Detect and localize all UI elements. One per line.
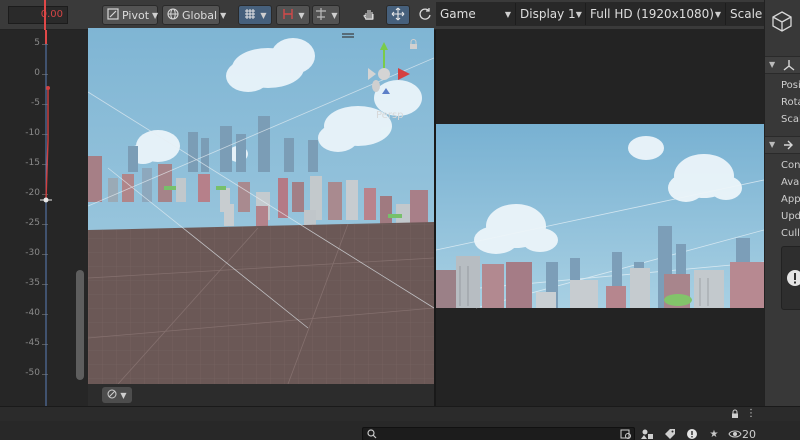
scale-slider-label[interactable]: Scale bbox=[726, 3, 764, 25]
move-tool-button[interactable] bbox=[386, 5, 410, 25]
global-label: Global bbox=[182, 8, 218, 22]
panel-tab-strip bbox=[0, 407, 800, 421]
chevron-down-icon[interactable]: ▼ bbox=[769, 60, 775, 69]
game-view-mode-label: Game bbox=[440, 7, 476, 21]
align-icon bbox=[314, 7, 328, 24]
chevron-down-icon[interactable]: ▼ bbox=[769, 140, 775, 149]
align-button[interactable]: ▼ bbox=[312, 5, 340, 25]
game-view[interactable] bbox=[436, 30, 764, 406]
inspector-camera-row[interactable]: App bbox=[781, 194, 800, 205]
inspector-camera-row[interactable]: Con bbox=[781, 160, 800, 171]
chevron-down-icon: ▼ bbox=[220, 10, 227, 20]
chevron-down-icon: ▼ bbox=[152, 10, 159, 20]
global-dropdown[interactable]: Global ▼ bbox=[162, 5, 226, 25]
scale-label: Scale bbox=[730, 7, 763, 21]
move-arrows-icon bbox=[391, 7, 405, 24]
curve-vertical-scrollbar[interactable] bbox=[76, 270, 84, 380]
error-count-icon[interactable] bbox=[684, 427, 700, 440]
pivot-icon bbox=[107, 7, 119, 23]
rotate-icon bbox=[418, 7, 432, 24]
chevron-down-icon: ▼ bbox=[298, 10, 305, 20]
chevron-down-icon: ▼ bbox=[331, 10, 338, 20]
camera-component-icon bbox=[783, 139, 795, 154]
pivot-dropdown[interactable]: Pivot ▼ bbox=[102, 5, 158, 25]
camera-component-header[interactable]: ▼ bbox=[765, 136, 800, 154]
scene-canvas[interactable] bbox=[88, 28, 434, 384]
chevron-down-icon: ▼ bbox=[120, 390, 127, 400]
chevron-down-icon: ▼ bbox=[260, 10, 267, 20]
search-input[interactable] bbox=[362, 427, 635, 440]
inspector-camera-row[interactable]: Ava bbox=[781, 177, 799, 188]
filter-by-type-icon[interactable] bbox=[640, 427, 656, 440]
resolution-label: Full HD (1920x1080) bbox=[590, 7, 714, 21]
inspector-transform-row[interactable]: Posi bbox=[781, 80, 800, 91]
increment-snap-icon bbox=[281, 7, 295, 24]
visible-object-count: 20 bbox=[742, 428, 756, 440]
transform-icon bbox=[783, 59, 795, 74]
more-options-icon[interactable]: ⋮ bbox=[746, 408, 756, 419]
search-icon bbox=[367, 429, 377, 440]
overlay-menu-button[interactable]: ▼ bbox=[102, 387, 132, 403]
curve-graph bbox=[40, 30, 52, 406]
cube-icon bbox=[771, 10, 793, 35]
grid-snap-button[interactable]: ▼ bbox=[238, 5, 272, 25]
inspector-panel: ▼ Posi Rota Scal ▼ Con Ava App Upd Cull bbox=[764, 0, 800, 406]
scene-view[interactable]: Persp bbox=[88, 28, 434, 384]
resolution-dropdown[interactable]: Full HD (1920x1080) ▼ bbox=[586, 3, 726, 25]
animation-curve-panel[interactable]: 5 0 -5 -10 -15 -20 -25 -30 -35 -40 -45 -50 bbox=[0, 30, 88, 406]
chevron-down-icon: ▼ bbox=[714, 9, 721, 19]
chevron-down-icon: ▼ bbox=[575, 9, 582, 19]
lock-icon[interactable] bbox=[730, 409, 740, 422]
chevron-down-icon: ▼ bbox=[504, 9, 511, 19]
scene-view-footer: ▼ bbox=[88, 384, 434, 406]
display-label: Display 1 bbox=[520, 7, 576, 21]
hand-icon bbox=[362, 7, 376, 24]
timeline-time-field[interactable]: 0.00 bbox=[8, 6, 68, 24]
game-render bbox=[436, 124, 764, 309]
main-toolbar: 0.00 Pivot ▼ Global ▼ ▼ ▼ ▼ Game ▼ Displ… bbox=[0, 0, 800, 30]
projection-label[interactable]: Persp bbox=[376, 110, 404, 121]
game-view-mode-dropdown[interactable]: Game ▼ bbox=[436, 3, 516, 25]
status-bar: ⋮ ★ 20 bbox=[0, 406, 800, 440]
warning-icon bbox=[786, 269, 800, 290]
globe-icon bbox=[167, 7, 179, 23]
hand-tool-button[interactable] bbox=[358, 5, 380, 25]
game-view-toolbar: Game ▼ Display 1 ▼ Full HD (1920x1080) ▼… bbox=[436, 2, 764, 26]
inspector-transform-row[interactable]: Rota bbox=[781, 97, 800, 108]
label-tag-icon[interactable] bbox=[662, 427, 678, 440]
rotate-tool-button[interactable] bbox=[414, 5, 436, 25]
grid-snap-icon bbox=[243, 7, 257, 24]
pivot-label: Pivot bbox=[122, 8, 150, 22]
inspector-camera-row[interactable]: Upd bbox=[781, 211, 800, 222]
warning-box bbox=[781, 246, 800, 310]
increment-snap-button[interactable]: ▼ bbox=[276, 5, 310, 25]
display-dropdown[interactable]: Display 1 ▼ bbox=[516, 3, 586, 25]
visibility-eye-icon[interactable] bbox=[728, 429, 742, 440]
overlay-icon bbox=[107, 389, 117, 402]
search-by-type-icon[interactable] bbox=[618, 427, 634, 440]
star-favorite-icon[interactable]: ★ bbox=[706, 427, 722, 440]
timeline-playhead-marker[interactable] bbox=[44, 0, 46, 30]
inspector-transform-row[interactable]: Scal bbox=[781, 114, 800, 125]
inspector-camera-row[interactable]: Cull bbox=[781, 228, 800, 239]
transform-component-header[interactable]: ▼ bbox=[765, 56, 800, 74]
